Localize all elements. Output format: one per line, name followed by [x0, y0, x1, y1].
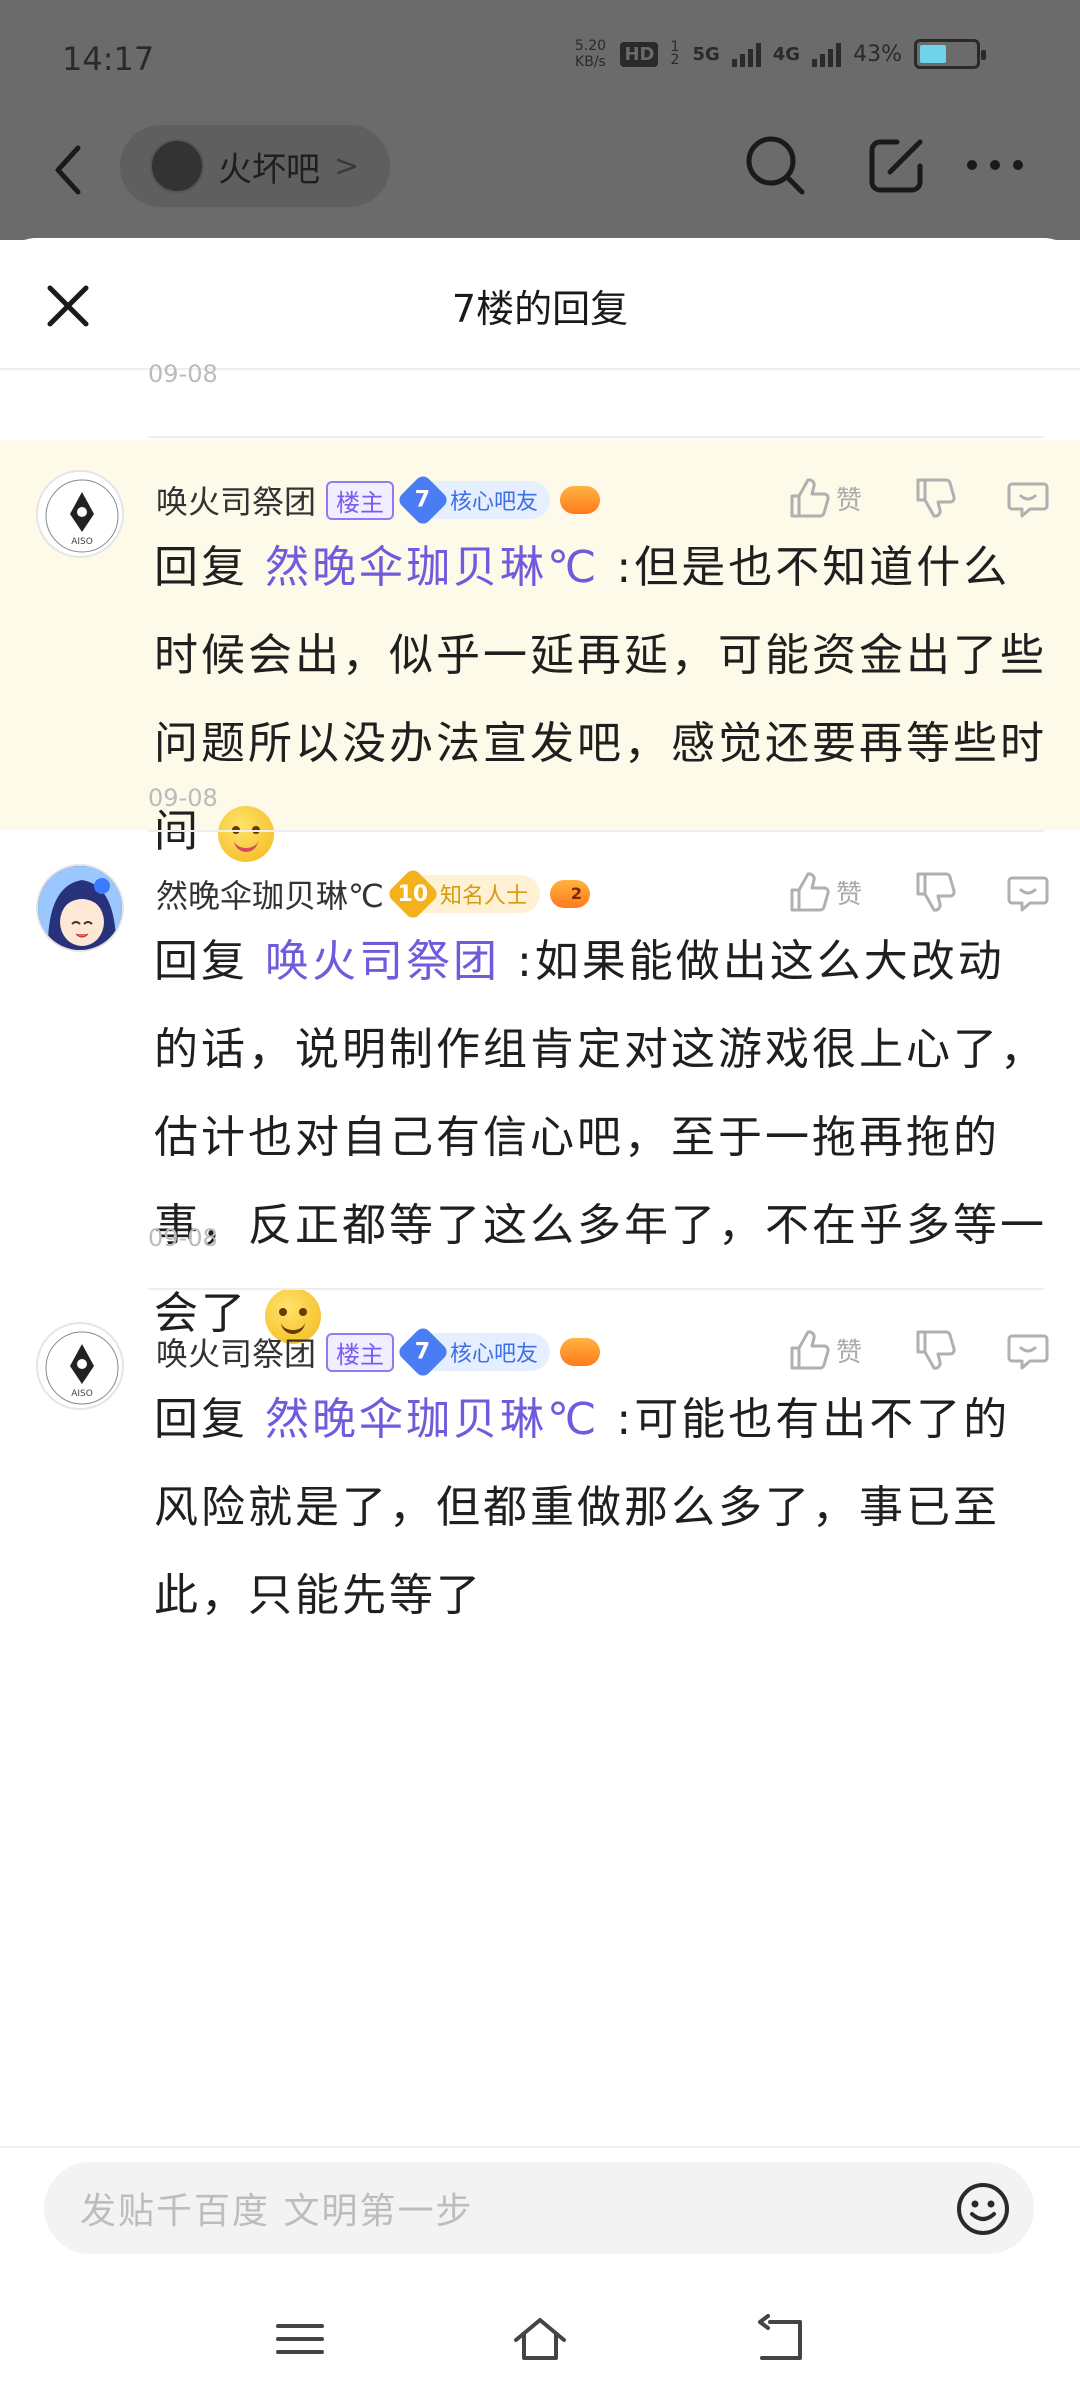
anime-avatar-icon [38, 866, 122, 950]
divider [148, 1288, 1044, 1290]
reply-actions: 赞 [786, 1328, 1050, 1372]
signal-5g-icon [731, 41, 761, 67]
level-number: 10 [397, 881, 429, 907]
thumbs-up-icon [790, 872, 830, 912]
thumbs-up-icon [790, 1330, 830, 1370]
reply-mention[interactable]: 唤火司祭团 [265, 936, 500, 987]
level-badge: 7 核心吧友 [396, 473, 551, 527]
username[interactable]: 然晚伞珈贝琳℃ [156, 871, 384, 917]
composer-bar: 发贴千百度 文明第一步 [0, 2146, 1080, 2276]
comment-placeholder: 发贴千百度 文明第一步 [80, 2191, 474, 2232]
svg-text:AISO: AISO [71, 1389, 93, 1399]
user-info-row: 唤火司祭团 楼主 7 核心吧友 [156, 1325, 601, 1379]
reply-sheet: 7楼的回复 09-08 AISO 唤火司祭团 楼主 7 核心吧友 赞 回复 然晚… [0, 238, 1080, 2408]
level-number: 7 [415, 487, 431, 513]
signal-4g-icon [812, 41, 842, 67]
battery-icon [914, 39, 986, 69]
avatar[interactable]: AISO [36, 470, 124, 558]
owner-tag: 楼主 [326, 1332, 395, 1372]
network-speed-unit: KB/s [575, 54, 606, 70]
sheet-title: 7楼的回复 [451, 287, 629, 331]
level-title: 核心吧友 [450, 490, 539, 515]
user-info-row: 然晚伞珈贝琳℃ 10 知名人士 2 [156, 867, 590, 921]
back-arrow-icon[interactable] [48, 140, 88, 200]
like-label: 赞 [835, 879, 862, 910]
user-info-row: 唤火司祭团 楼主 7 核心吧友 [156, 473, 601, 527]
username[interactable]: 唤火司祭团 [156, 1329, 316, 1375]
reply-text: :如果能做出这么大改动的话，说明制作组肯定对这游戏很上心了，估计也对自己有信心吧… [154, 936, 1047, 1339]
like-label: 赞 [835, 1337, 862, 1368]
battery-percent: 43% [853, 41, 902, 67]
like-button[interactable]: 赞 [786, 476, 862, 520]
aiso-logo-icon: AISO [45, 479, 119, 553]
level-badge: 7 核心吧友 [396, 1325, 551, 1379]
divider [148, 830, 1044, 832]
reply-prefix: 回复 [154, 1394, 248, 1445]
comment-icon[interactable] [1006, 870, 1050, 914]
reply-mention[interactable]: 然晚伞珈贝琳℃ [265, 1394, 599, 1445]
back-icon[interactable] [750, 2314, 810, 2364]
reply-prefix: 回复 [154, 542, 248, 593]
reply-prefix: 回复 [154, 936, 248, 987]
forum-avatar [150, 139, 204, 193]
gamepad-badge-icon [560, 486, 601, 514]
more-icon[interactable] [960, 130, 1030, 200]
home-icon[interactable] [510, 2314, 570, 2364]
forum-name: 火坏吧 [218, 149, 320, 190]
forum-pill[interactable]: 火坏吧 > [120, 125, 390, 207]
emoji-picker-icon[interactable] [954, 2180, 1012, 2238]
level-title: 核心吧友 [450, 1342, 539, 1367]
reply-date: 09-08 [148, 784, 218, 812]
reply-item: 然晚伞珈贝琳℃ 10 知名人士 2 赞 回复 唤火司祭团 :如果能做出这么大改动… [0, 834, 1080, 1344]
sheet-header: 7楼的回复 09-08 [0, 238, 1080, 388]
reply-item: AISO 唤火司祭团 楼主 7 核心吧友 赞 回复 然晚伞珈贝琳℃ :可能也有出… [0, 1292, 1080, 1621]
like-button[interactable]: 赞 [786, 870, 862, 914]
edit-icon[interactable] [862, 130, 932, 200]
level-number: 7 [415, 1339, 431, 1365]
aiso-logo-icon: AISO [45, 1331, 119, 1405]
status-bar: 14:17 5.20 KB/s HD 1 2 5G 4G 43% [0, 0, 1080, 120]
divider [148, 436, 1044, 438]
thumbs-down-icon[interactable] [912, 476, 956, 520]
level-badge: 10 知名人士 [386, 867, 540, 921]
previous-reply-date: 09-08 [148, 360, 218, 388]
hd-voice-badge: HD [620, 41, 659, 67]
comment-icon[interactable] [1006, 1328, 1050, 1372]
reply-date: 09-08 [148, 1224, 218, 1252]
system-navigation-bar [0, 2268, 1080, 2408]
like-button[interactable]: 赞 [786, 1328, 862, 1372]
network-5g-label: 5G [692, 43, 720, 65]
hd-sim-numbers: 1 2 [670, 39, 680, 68]
comment-input[interactable]: 发贴千百度 文明第一步 [44, 2162, 1034, 2254]
thumbs-down-icon[interactable] [912, 1328, 956, 1372]
avatar[interactable] [36, 864, 124, 952]
thumbs-down-icon[interactable] [912, 870, 956, 914]
reply-content: 回复 然晚伞珈贝琳℃ :但是也不知道什么时候会出，似乎一延再延，可能资金出了些问… [154, 524, 1050, 876]
search-icon[interactable] [740, 130, 810, 200]
gamepad-badge-icon [560, 1338, 601, 1366]
network-speed-value: 5.20 [574, 38, 607, 54]
level-title: 知名人士 [439, 884, 528, 909]
reply-actions: 赞 [786, 476, 1050, 520]
reply-mention[interactable]: 然晚伞珈贝琳℃ [265, 542, 599, 593]
thumbs-up-icon [790, 478, 830, 518]
username[interactable]: 唤火司祭团 [156, 477, 316, 523]
badge-number: 2 [570, 884, 582, 903]
gamepad-badge-icon: 2 [549, 880, 590, 908]
avatar[interactable]: AISO [36, 1322, 124, 1410]
reply-content: 回复 然晚伞珈贝琳℃ :可能也有出不了的风险就是了，但都重做那么多了，事已至此，… [154, 1376, 1050, 1640]
menu-icon[interactable] [270, 2314, 330, 2364]
reply-actions: 赞 [786, 870, 1050, 914]
status-time: 14:17 [62, 40, 155, 78]
reply-item: AISO 唤火司祭团 楼主 7 核心吧友 赞 回复 然晚伞珈贝琳℃ :但是也不知… [0, 440, 1080, 862]
like-label: 赞 [835, 485, 862, 516]
status-indicators: 5.20 KB/s HD 1 2 5G 4G 43% [572, 38, 986, 70]
owner-tag: 楼主 [326, 480, 395, 520]
network-4g-label: 4G [772, 43, 801, 65]
network-speed: 5.20 KB/s [572, 38, 608, 70]
chevron-right-icon: > [334, 148, 360, 184]
svg-text:AISO: AISO [71, 537, 93, 547]
comment-icon[interactable] [1006, 476, 1050, 520]
